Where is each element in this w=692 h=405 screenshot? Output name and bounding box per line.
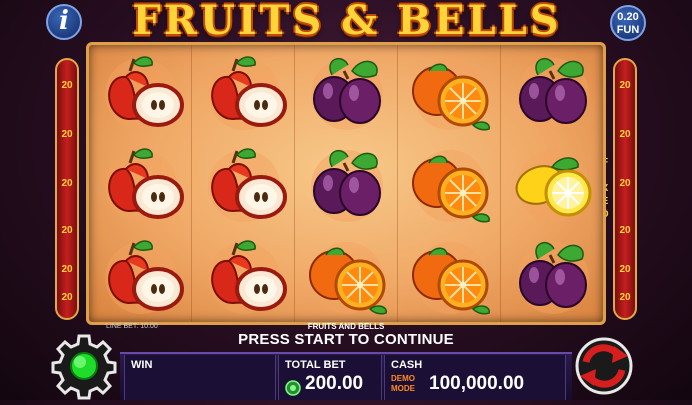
spin-button[interactable] [568, 331, 640, 400]
plum-symbol [297, 141, 397, 231]
coin-icon [285, 380, 301, 396]
plum-icon [311, 149, 383, 222]
plum-icon [311, 57, 383, 130]
apple-symbol [194, 141, 294, 231]
right-lines-rail: 20 20 20 20 20 20 [613, 58, 637, 320]
settings-button[interactable] [48, 332, 120, 400]
reel-column [501, 45, 604, 322]
game-logo: FRUITS & BELLS [132, 0, 562, 44]
reel-area [86, 42, 606, 325]
orange-icon [412, 242, 490, 315]
info-icon: i [59, 6, 69, 36]
orange-symbol [400, 141, 500, 231]
line-count: 20 [61, 292, 73, 303]
line-count: 20 [61, 225, 73, 236]
reel-column [192, 45, 295, 322]
apple-icon [208, 240, 287, 314]
total-bet-value: 200.00 [305, 373, 364, 394]
line-count: 20 [619, 178, 631, 189]
line-count: 20 [619, 80, 631, 91]
line-count: 20 [619, 129, 631, 140]
reel-column [398, 45, 501, 322]
reel-column [295, 45, 398, 322]
gear-icon [51, 334, 117, 400]
line-count: 20 [619, 292, 631, 303]
line-count: 20 [619, 225, 631, 236]
orange-icon [309, 242, 387, 315]
lemon-symbol [503, 141, 603, 231]
demo-mode-line1: DEMO [391, 374, 415, 383]
apple-symbol [194, 49, 294, 139]
apple-symbol [91, 233, 191, 323]
circular-arrows-icon [575, 337, 633, 395]
left-lines-rail: 20 20 20 20 20 20 [55, 58, 79, 320]
cash-label: CASH [391, 359, 423, 371]
total-bet-panel[interactable]: TOTAL BET 200.00 [278, 355, 382, 400]
total-bet-label: TOTAL BET [285, 359, 346, 371]
line-count: 20 [619, 264, 631, 275]
lemon-icon [515, 150, 592, 222]
apple-icon [208, 56, 287, 130]
orange-icon [412, 150, 490, 223]
info-button[interactable]: i [46, 4, 82, 40]
line-count: 20 [61, 178, 73, 189]
game-name-text: FRUITS AND BELLS [307, 322, 385, 331]
apple-icon [208, 148, 287, 222]
apple-symbol [194, 233, 294, 323]
cash-panel: CASH DEMO MODE 100,000.00 [384, 355, 566, 400]
apple-icon [105, 240, 184, 314]
plum-symbol [503, 233, 603, 323]
apple-icon [105, 148, 184, 222]
plum-icon [517, 57, 589, 130]
orange-symbol [297, 233, 397, 323]
plum-symbol [297, 49, 397, 139]
denomination-value: 0.20 [617, 11, 639, 23]
win-label: WIN [131, 359, 153, 371]
line-count: 20 [61, 80, 73, 91]
plum-symbol [503, 49, 603, 139]
line-count: 20 [61, 264, 73, 275]
denomination-currency: FUN [616, 24, 640, 36]
apple-symbol [91, 49, 191, 139]
demo-mode-line2: MODE [391, 384, 415, 393]
reel-column [89, 45, 192, 322]
win-panel: WIN [124, 355, 276, 400]
orange-symbol [400, 49, 500, 139]
denomination-badge[interactable]: 0.20 FUN [610, 5, 646, 41]
apple-symbol [91, 141, 191, 231]
line-count: 20 [61, 129, 73, 140]
plum-icon [517, 241, 589, 314]
cash-value: 100,000.00 [429, 373, 525, 394]
orange-symbol [400, 233, 500, 323]
apple-icon [105, 56, 184, 130]
orange-icon [412, 58, 490, 131]
demo-mode-badge: DEMO MODE [391, 374, 415, 394]
